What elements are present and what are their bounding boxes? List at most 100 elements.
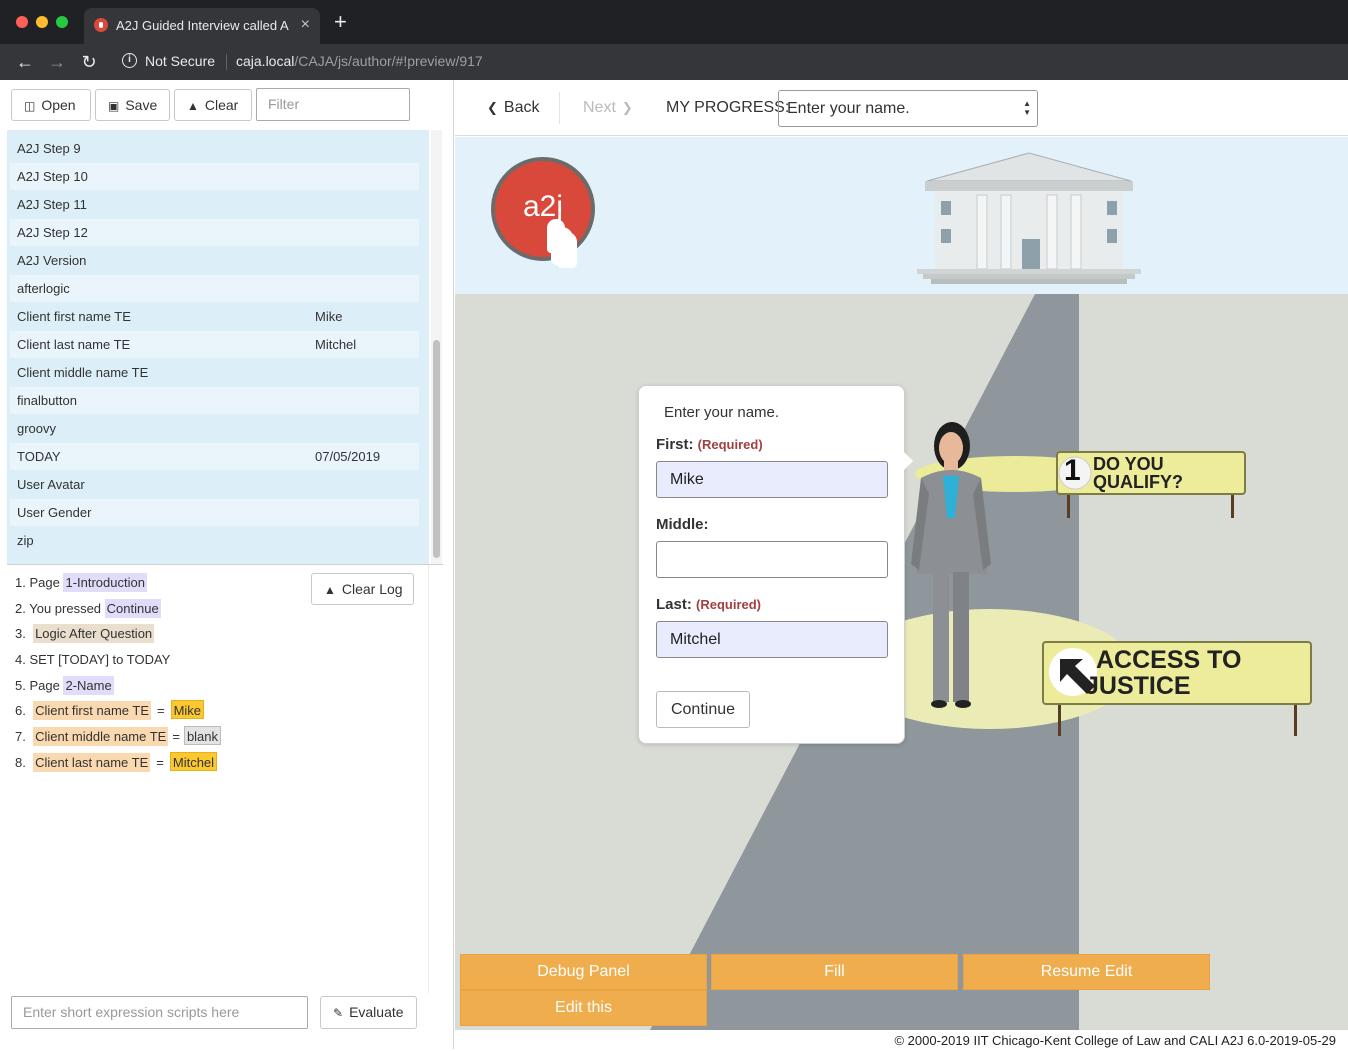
back-label: Back (503, 99, 540, 116)
variable-value: Mike (315, 309, 343, 324)
browser-tab[interactable]: A2J Guided Interview called A × (84, 8, 320, 44)
variable-row[interactable]: Client first name TE Mike (10, 303, 419, 330)
log-text: Page (29, 678, 60, 693)
back-button[interactable]: ❮ Back (487, 98, 539, 118)
question-card: Enter your name. First: (Required) Mike … (638, 385, 913, 744)
save-button[interactable]: ▣ Save (95, 89, 170, 121)
log-page-chip[interactable]: 1-Introduction (63, 573, 147, 592)
progress-value: Enter your name. (787, 100, 910, 117)
last-name-label: Last: (Required) (656, 596, 761, 613)
info-icon[interactable]: i (122, 53, 137, 68)
next-button[interactable]: Next ❯ (583, 98, 633, 118)
log-text: You pressed (29, 601, 102, 616)
new-tab-button[interactable]: + (334, 11, 347, 33)
debug-panel-button[interactable]: Debug Panel (460, 954, 707, 990)
variable-name: User Gender (17, 505, 92, 520)
variable-row[interactable]: A2J Step 11 (10, 191, 419, 218)
first-name-field[interactable]: Mike (656, 461, 888, 498)
variable-row[interactable]: afterlogic (10, 275, 419, 302)
log-button-chip: Continue (104, 599, 161, 618)
log-num: 8. (15, 755, 26, 770)
evaluate-label: Evaluate (349, 1004, 404, 1020)
tab-strip: A2J Guided Interview called A × + (0, 0, 1348, 44)
security-indicator[interactable]: Not Secure (145, 52, 215, 70)
first-label-text: First: (656, 436, 694, 453)
filter-input[interactable]: Filter (256, 88, 410, 121)
reload-icon[interactable]: ↻ (77, 50, 101, 74)
maximize-window-button[interactable] (56, 16, 68, 28)
last-name-field[interactable]: Mitchel (656, 621, 888, 658)
edit-this-button[interactable]: Edit this (460, 990, 707, 1026)
expression-input[interactable]: Enter short expression scripts here (11, 996, 308, 1029)
variable-row[interactable]: Client middle name TE (10, 359, 419, 386)
log-line: 3. Logic After Question (15, 623, 155, 645)
a2j-logo: a2j (491, 157, 595, 261)
question-text: Enter your name. (664, 404, 780, 421)
log-text: SET [TODAY] to TODAY (29, 652, 171, 667)
open-button[interactable]: ◫ Open (11, 89, 91, 121)
back-arrow-icon[interactable]: ← (13, 50, 37, 74)
variable-list: A2J Step 9 A2J Step 10 A2J Step 11 A2J Step… (7, 130, 429, 564)
variable-name: User Avatar (17, 477, 85, 492)
required-badge: (Required) (697, 437, 763, 452)
fill-button[interactable]: Fill (711, 954, 958, 990)
floppy-disk-icon: ▣ (108, 99, 120, 113)
clear-button-label: Clear (204, 97, 239, 113)
open-button-label: Open (41, 97, 76, 113)
variable-row[interactable]: groovy (10, 415, 419, 442)
required-badge: (Required) (696, 597, 762, 612)
progress-select[interactable]: Enter your name. ▲ ▼ (778, 90, 1038, 127)
folder-open-icon: ◫ (24, 99, 36, 113)
chevron-right-icon: ❯ (621, 100, 633, 115)
continue-button[interactable]: Continue (656, 691, 750, 728)
log-scrollbar[interactable] (428, 565, 429, 993)
variable-value: Mitchel (315, 337, 357, 352)
variable-row[interactable]: Client last name TE Mitchel (10, 331, 419, 358)
log-page-chip[interactable]: 2-Name (63, 676, 114, 695)
variable-row[interactable]: A2J Step 9 (10, 135, 419, 162)
middle-name-label: Middle: (656, 516, 709, 533)
variable-name: A2J Step 12 (17, 225, 88, 240)
clear-button[interactable]: ▲ Clear (174, 89, 252, 121)
qualify-sign-number: 1 (1064, 454, 1081, 487)
last-label-text: Last: (656, 596, 692, 613)
chevron-left-icon: ❮ (487, 100, 498, 115)
variable-row[interactable]: A2J Version (10, 247, 419, 274)
evaluate-button[interactable]: ✎ Evaluate (320, 996, 417, 1029)
middle-name-field[interactable] (656, 541, 888, 578)
variable-row[interactable]: A2J Step 10 (10, 163, 419, 190)
next-label: Next (583, 99, 616, 116)
tab-close-icon[interactable]: × (301, 15, 310, 35)
variable-name: A2J Step 11 (17, 197, 87, 212)
log-text: Page (29, 575, 60, 590)
variable-row[interactable]: User Avatar (10, 471, 419, 498)
resume-edit-button[interactable]: Resume Edit (963, 954, 1210, 990)
log-line: 8. Client last name TE = Mitchel (15, 752, 218, 774)
log-num: 7. (15, 729, 26, 744)
tab-title: A2J Guided Interview called A (116, 18, 289, 33)
log-variable-chip: Client middle name TE (33, 727, 169, 746)
variable-name: finalbutton (17, 393, 77, 408)
variable-row[interactable]: zip (10, 527, 419, 554)
variable-row[interactable]: User Gender (10, 499, 419, 526)
log-num: 5. (15, 678, 26, 693)
pointing-hand-icon (547, 219, 565, 253)
qualify-sign-line1: DO YOU (1093, 454, 1164, 474)
log-variable-chip: Client last name TE (33, 753, 151, 772)
scrollbar-thumb[interactable] (433, 340, 440, 558)
close-window-button[interactable] (16, 16, 28, 28)
variable-list-scrollbar[interactable] (431, 130, 442, 564)
log-value-chip: blank (183, 726, 222, 745)
minimize-window-button[interactable] (36, 16, 48, 28)
trash-icon: ▲ (187, 99, 199, 113)
address-separator (226, 54, 227, 70)
url-field[interactable]: caja.local/CAJA/js/author/#!preview/917 (236, 52, 483, 70)
a2j-favicon-icon (94, 18, 108, 32)
forward-arrow-icon[interactable]: → (45, 50, 69, 74)
variable-row[interactable]: A2J Step 12 (10, 219, 419, 246)
log-equals: = (172, 729, 180, 744)
variable-row[interactable]: finalbutton (10, 387, 419, 414)
nav-divider (559, 92, 560, 124)
log-line: 1. Page 1-Introduction (15, 572, 147, 594)
variable-row[interactable]: TODAY 07/05/2019 (10, 443, 419, 470)
